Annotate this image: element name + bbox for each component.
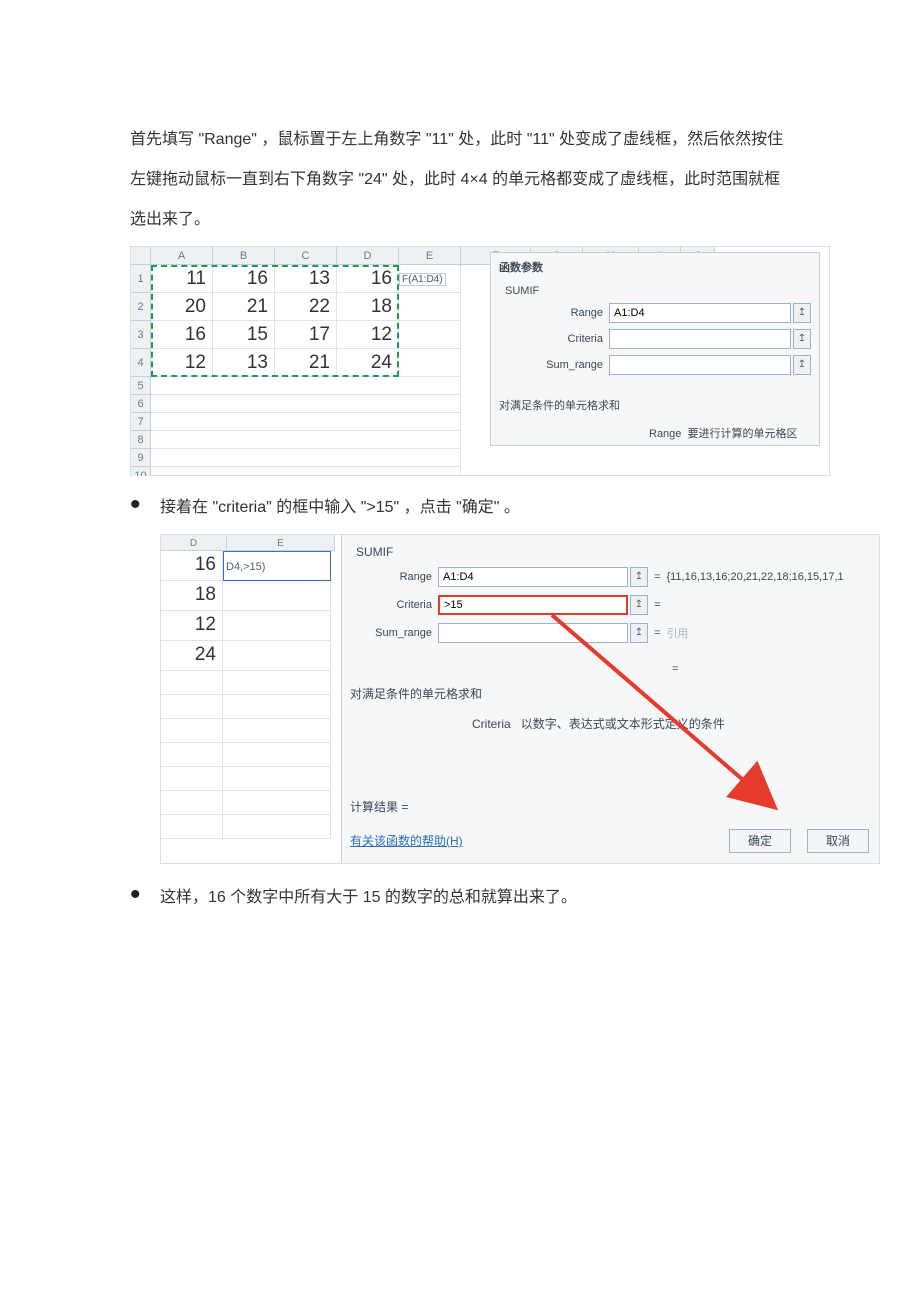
intro-paragraph-2: 接着在 "criteria" 的框中输入 ">15" ，点击 "确定" 。: [160, 488, 880, 528]
cell[interactable]: 18: [337, 293, 399, 321]
intro-paragraph-3: 这样，16 个数字中所有大于 15 的数字的总和就算出来了。: [160, 878, 790, 918]
arg-help-label: Criteria: [472, 717, 511, 731]
criteria-input[interactable]: [609, 329, 791, 349]
function-name: SUMIF: [505, 285, 811, 297]
row-header: 3: [131, 321, 151, 349]
sum-range-input[interactable]: [438, 623, 628, 643]
row-header: 10: [131, 467, 151, 476]
cell[interactable]: 12: [161, 611, 223, 641]
equals-label: =: [648, 571, 666, 583]
arg-help-label: Range: [649, 428, 681, 440]
cell[interactable]: 16: [161, 551, 223, 581]
sum-range-result: 引用: [666, 625, 688, 641]
formula-hint: F(A1:D4): [399, 273, 446, 286]
sum-range-label: Sum_range: [499, 359, 609, 371]
bullet-icon: •: [130, 878, 160, 910]
cell[interactable]: [399, 321, 461, 349]
row-header: 7: [131, 413, 151, 431]
panel-title: 函数参数: [499, 259, 811, 275]
row-header: 6: [131, 395, 151, 413]
function-args-panel: 函数参数 SUMIF Range ↥ Criteria ↥ Sum_range …: [490, 252, 820, 446]
equals-label: =: [648, 599, 666, 611]
range-label: Range: [352, 571, 438, 583]
sum-range-input[interactable]: [609, 355, 791, 375]
arg-help-text: 以数字、表达式或文本形式定义的条件: [521, 717, 725, 731]
bullet-icon: •: [130, 488, 160, 520]
cell[interactable]: 21: [213, 293, 275, 321]
cell[interactable]: 21: [275, 349, 337, 377]
function-name: SUMIF: [356, 545, 869, 559]
row-header: 9: [131, 449, 151, 467]
calc-result-label: 计算结果 =: [350, 798, 408, 815]
function-help-link[interactable]: 有关该函数的帮助(H): [350, 832, 463, 849]
row-header: 2: [131, 293, 151, 321]
function-description: 对满足条件的单元格求和: [350, 685, 482, 702]
criteria-label: Criteria: [499, 333, 609, 345]
range-selector-icon[interactable]: ↥: [793, 355, 811, 375]
cell[interactable]: 13: [275, 265, 337, 293]
range-selector-icon[interactable]: ↥: [630, 595, 648, 615]
range-input[interactable]: [438, 567, 628, 587]
cell[interactable]: 13: [213, 349, 275, 377]
formula-hint: D4,>15): [223, 551, 331, 581]
range-selector-icon[interactable]: ↥: [630, 567, 648, 587]
cell[interactable]: 22: [275, 293, 337, 321]
cell[interactable]: 24: [337, 349, 399, 377]
col-header: D: [337, 247, 399, 265]
result-equals: =: [672, 663, 678, 675]
row-header: 5: [131, 377, 151, 395]
equals-label: =: [648, 627, 666, 639]
criteria-input[interactable]: [438, 595, 628, 615]
cell[interactable]: 20: [151, 293, 213, 321]
intro-paragraph-1: 首先填写 "Range" ，鼠标置于左上角数字 "11" 处，此时 "11" 处…: [130, 120, 790, 240]
col-header: D: [161, 535, 227, 551]
cell[interactable]: [399, 349, 461, 377]
cell[interactable]: 16: [337, 265, 399, 293]
cell[interactable]: 16: [151, 321, 213, 349]
cell[interactable]: 12: [151, 349, 213, 377]
cell[interactable]: 11: [151, 265, 213, 293]
cell[interactable]: [399, 293, 461, 321]
col-header: E: [227, 535, 335, 551]
cell[interactable]: 12: [337, 321, 399, 349]
criteria-label: Criteria: [352, 599, 438, 611]
col-header: C: [275, 247, 337, 265]
cell[interactable]: 15: [213, 321, 275, 349]
arg-help-text: 要进行计算的单元格区: [688, 428, 798, 440]
cell[interactable]: 16: [213, 265, 275, 293]
cancel-button[interactable]: 取消: [807, 829, 869, 853]
row-header: 1: [131, 265, 151, 293]
col-header: A: [151, 247, 213, 265]
range-label: Range: [499, 307, 609, 319]
sum-range-label: Sum_range: [352, 627, 438, 639]
range-selector-icon[interactable]: ↥: [793, 329, 811, 349]
range-input[interactable]: [609, 303, 791, 323]
cell[interactable]: 18: [161, 581, 223, 611]
function-args-panel: SUMIF Range ↥ = {11,16,13,16;20,21,22,18…: [341, 535, 879, 863]
cell[interactable]: 24: [161, 641, 223, 671]
col-header: E: [399, 247, 461, 265]
row-header: 8: [131, 431, 151, 449]
cell[interactable]: 17: [275, 321, 337, 349]
screenshot-1: A B C D E F G H I J 1 2 3 4: [130, 246, 830, 476]
range-result: {11,16,13,16;20,21,22,18;16,15,17,1: [666, 571, 843, 583]
range-selector-icon[interactable]: ↥: [630, 623, 648, 643]
screenshot-2: D E 16 D4,>15) 18 12 24: [160, 534, 880, 864]
ok-button[interactable]: 确定: [729, 829, 791, 853]
row-header: 4: [131, 349, 151, 377]
range-selector-icon[interactable]: ↥: [793, 303, 811, 323]
col-header: B: [213, 247, 275, 265]
function-description: 对满足条件的单元格求和: [499, 397, 811, 413]
